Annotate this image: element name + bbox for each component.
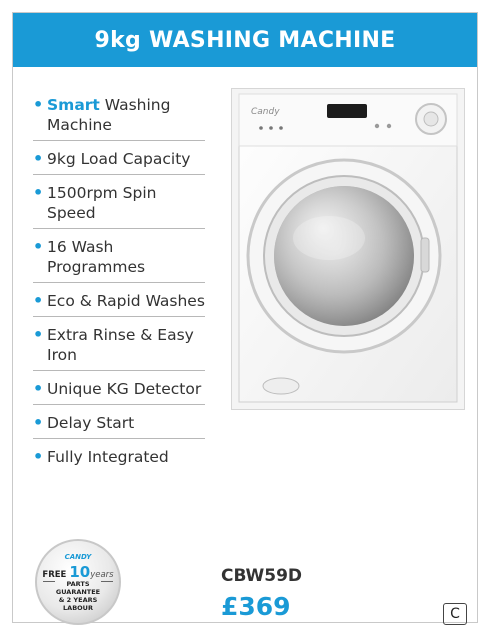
bullet-icon: • (33, 379, 44, 398)
feature-text: 16 Wash Programmes (47, 238, 146, 276)
feature-item: • Delay Start (33, 413, 205, 439)
feature-item: • Extra Rinse & Easy Iron (33, 325, 205, 371)
feature-highlight: Smart (47, 96, 100, 114)
product-card: 9kg WASHING MACHINE • Smart Washing Machi… (12, 12, 478, 625)
feature-text: Delay Start (47, 414, 135, 432)
svg-text:Candy: Candy (251, 107, 280, 117)
bullet-icon: • (33, 95, 44, 114)
feature-text: Extra Rinse & Easy Iron (47, 326, 194, 364)
badge-line-4: LABOUR (63, 604, 93, 612)
bullet-icon: • (33, 413, 44, 432)
feature-text: Unique KG Detector (47, 380, 202, 398)
feature-text: 9kg Load Capacity (47, 150, 191, 168)
bullet-icon: • (33, 291, 44, 310)
guarantee-badge: CANDY FREE 10years PARTS GUARANTEE & 2 Y… (35, 539, 121, 625)
feature-text: Eco & Rapid Washes (47, 292, 205, 310)
badge-years-word: years (90, 570, 114, 580)
bullet-icon: • (33, 183, 44, 202)
feature-item: • Unique KG Detector (33, 379, 205, 405)
feature-item: • 1500rpm Spin Speed (33, 183, 205, 229)
bullet-icon: • (33, 237, 44, 256)
feature-list: • Smart Washing Machine • 9kg Load Capacit… (33, 95, 205, 480)
energy-rating-badge: C (443, 603, 467, 625)
badge-free-years: FREE 10years (37, 563, 119, 581)
price: £369 (221, 592, 291, 621)
product-title: 9kg WASHING MACHINE (13, 13, 477, 67)
feature-item: • Smart Washing Machine (33, 95, 205, 141)
feature-text: Fully Integrated (47, 448, 169, 466)
bullet-icon: • (33, 149, 44, 168)
feature-text: 1500rpm Spin Speed (47, 184, 157, 222)
badge-free-label: FREE (42, 570, 67, 580)
feature-item: • 9kg Load Capacity (33, 149, 205, 175)
feature-item: • Fully Integrated (33, 447, 205, 472)
feature-item: • Eco & Rapid Washes (33, 291, 205, 317)
bullet-icon: • (33, 325, 44, 344)
feature-item: • 16 Wash Programmes (33, 237, 205, 283)
badge-brand: CANDY (64, 553, 92, 561)
badge-years-number: 10 (69, 563, 91, 581)
washing-machine-image: Candy (231, 88, 465, 410)
model-number: CBW59D (221, 566, 303, 586)
bullet-icon: • (33, 447, 44, 466)
